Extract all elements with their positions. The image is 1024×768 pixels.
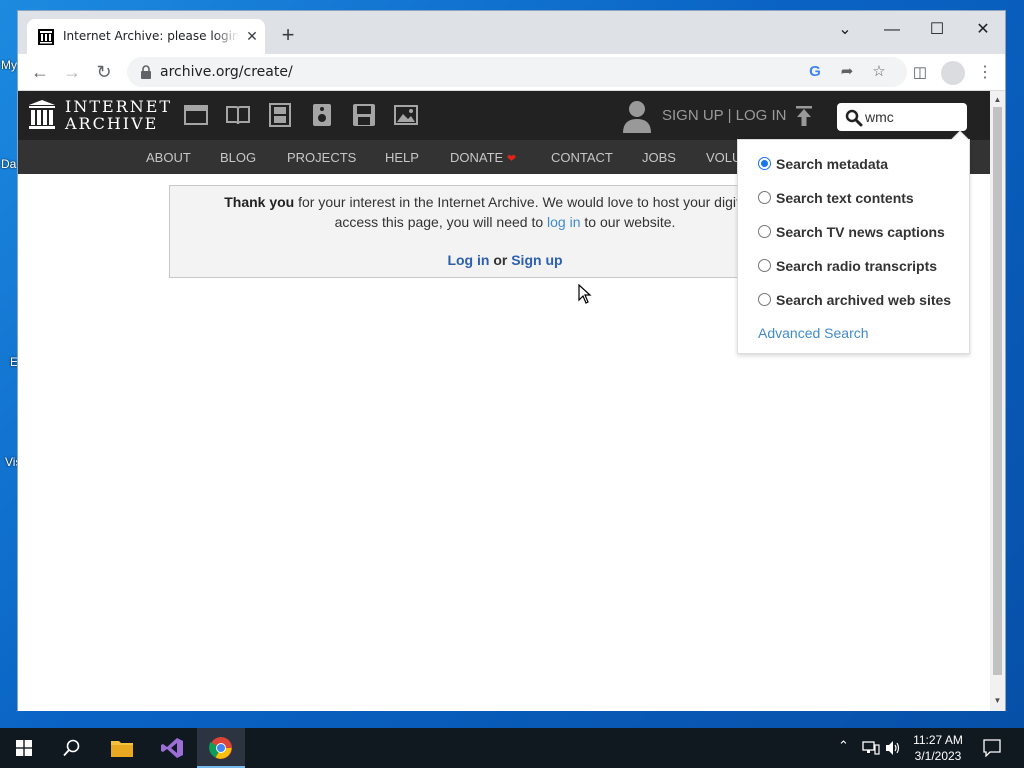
nav-blog[interactable]: BLOG <box>220 150 256 165</box>
close-window-button[interactable]: ✕ <box>965 16 1001 44</box>
taskbar: ⌃ 11:27 AM 3/1/2023 <box>0 728 1024 768</box>
login-link[interactable]: Log in <box>447 252 489 268</box>
inline-login-link[interactable]: log in <box>547 214 580 230</box>
bookmark-star-icon[interactable]: ☆ <box>869 62 889 82</box>
radio-metadata[interactable] <box>758 157 771 170</box>
search-option-label: Search text contents <box>776 190 914 206</box>
windows-logo-icon <box>16 740 32 756</box>
search-value: wmc <box>865 109 894 125</box>
radio-radio[interactable] <box>758 259 771 272</box>
url-text[interactable]: archive.org/create/ <box>160 64 293 80</box>
images-icon[interactable] <box>393 103 419 127</box>
scroll-up-icon[interactable]: ▲ <box>990 93 1005 107</box>
texts-icon[interactable] <box>225 103 251 127</box>
nav-help[interactable]: HELP <box>385 150 419 165</box>
browser-tab[interactable]: Internet Archive: please login or sign u… <box>27 19 265 54</box>
new-tab-button[interactable]: + <box>277 24 299 47</box>
file-explorer-button[interactable] <box>98 728 146 768</box>
maximize-button[interactable]: ☐ <box>919 16 955 44</box>
desktop-icon-label[interactable]: Da <box>1 157 16 171</box>
notice-thank-you: Thank you <box>224 194 295 210</box>
upload-icon[interactable] <box>793 105 815 127</box>
desktop-icon-label[interactable]: My <box>1 58 17 72</box>
internet-archive-favicon-icon <box>38 29 54 45</box>
visual-studio-button[interactable] <box>148 728 196 768</box>
clock-date: 3/1/2023 <box>914 749 962 763</box>
back-icon[interactable]: ← <box>26 58 54 86</box>
nav-donate-label: DONATE <box>450 150 504 165</box>
close-tab-icon[interactable]: ✕ <box>243 27 261 45</box>
browser-toolbar: ← → ↻ archive.org/create/ G ➦ ☆ ◫ ⋮ <box>18 54 1005 91</box>
side-panel-icon[interactable]: ◫ <box>909 62 931 84</box>
lock-icon[interactable] <box>140 65 152 79</box>
video-icon[interactable] <box>267 103 293 127</box>
signup-link[interactable]: Sign up <box>511 252 562 268</box>
notice-line-2-post: to our website. <box>580 214 676 230</box>
profile-avatar-icon[interactable] <box>941 61 965 85</box>
show-hidden-icons-icon[interactable]: ⌃ <box>838 738 849 754</box>
software-icon[interactable] <box>351 103 377 127</box>
browser-window: Internet Archive: please login or sign u… <box>17 10 1006 711</box>
logo-line-2: ARCHIVE <box>65 114 159 133</box>
notifications-icon[interactable] <box>983 739 1001 757</box>
heart-icon: ❤ <box>506 153 517 165</box>
more-menu-icon[interactable]: ⋮ <box>974 62 996 84</box>
search-option-label: Search TV news captions <box>776 224 945 240</box>
nav-about[interactable]: ABOUT <box>146 150 191 165</box>
share-icon[interactable]: ➦ <box>837 62 857 82</box>
chrome-icon <box>209 737 232 759</box>
logo-line-1: INTERNET <box>65 97 173 116</box>
start-button[interactable] <box>0 728 48 768</box>
scroll-down-icon[interactable]: ▼ <box>990 694 1005 708</box>
tab-strip: Internet Archive: please login or sign u… <box>18 11 1005 54</box>
radio-tv[interactable] <box>758 225 771 238</box>
advanced-search-link[interactable]: Advanced Search <box>758 325 869 341</box>
user-icon[interactable] <box>622 99 652 133</box>
nav-contact[interactable]: CONTACT <box>551 150 613 165</box>
forward-icon[interactable]: → <box>58 58 86 86</box>
search-button[interactable] <box>48 728 96 768</box>
network-icon[interactable] <box>862 741 880 755</box>
nav-projects[interactable]: PROJECTS <box>287 150 356 165</box>
search-icon[interactable] <box>845 109 863 127</box>
page-content: INTERNET ARCHIVE SIGN UP | LOG IN wmc AB… <box>18 91 990 711</box>
radio-text[interactable] <box>758 191 771 204</box>
ia-logo-text[interactable]: INTERNET ARCHIVE <box>65 98 172 132</box>
audio-icon[interactable] <box>309 103 335 127</box>
notice-line-1-text: for your interest in the Internet Archiv… <box>294 194 786 210</box>
address-bar[interactable]: archive.org/create/ G ➦ ☆ <box>127 57 907 87</box>
system-clock[interactable]: 11:27 AM 3/1/2023 <box>905 732 971 764</box>
internet-archive-logo-icon[interactable] <box>28 99 56 131</box>
search-option-label: Search radio transcripts <box>776 258 938 274</box>
login-notice: Thank you for your interest in the Inter… <box>169 185 786 278</box>
search-icon <box>63 739 80 757</box>
or-text: or <box>489 252 512 268</box>
search-option-label: Search archived web sites <box>776 292 952 308</box>
reload-icon[interactable]: ↻ <box>90 58 118 86</box>
visual-studio-icon <box>161 738 183 758</box>
nav-donate[interactable]: DONATE ❤ <box>450 150 516 165</box>
nav-jobs[interactable]: JOBS <box>642 150 676 165</box>
chrome-taskbar-button[interactable] <box>197 728 245 768</box>
radio-web[interactable] <box>758 293 771 306</box>
search-option-label: Search metadata <box>776 156 889 172</box>
scrollbar[interactable]: ▲ ▼ <box>990 91 1005 711</box>
tab-title: Internet Archive: please login or sign u… <box>63 29 239 43</box>
ia-header: INTERNET ARCHIVE SIGN UP | LOG IN wmc <box>18 91 990 140</box>
google-lens-icon[interactable]: G <box>805 62 825 82</box>
scroll-thumb[interactable] <box>993 107 1002 675</box>
signup-login-link[interactable]: SIGN UP | LOG IN <box>662 107 786 124</box>
search-input[interactable]: wmc <box>837 103 967 131</box>
search-options-dropdown: Search metadata Search text contents Sea… <box>737 130 970 354</box>
tab-search-button[interactable]: ⌄ <box>827 16 863 44</box>
notice-line-2-pre: access this page, you will need to <box>334 214 548 230</box>
volume-icon[interactable] <box>885 740 901 756</box>
folder-icon <box>111 741 133 757</box>
web-icon[interactable] <box>183 103 209 127</box>
mouse-cursor-icon <box>578 284 592 304</box>
minimize-button[interactable]: — <box>874 16 910 44</box>
clock-time: 11:27 AM <box>913 733 963 747</box>
